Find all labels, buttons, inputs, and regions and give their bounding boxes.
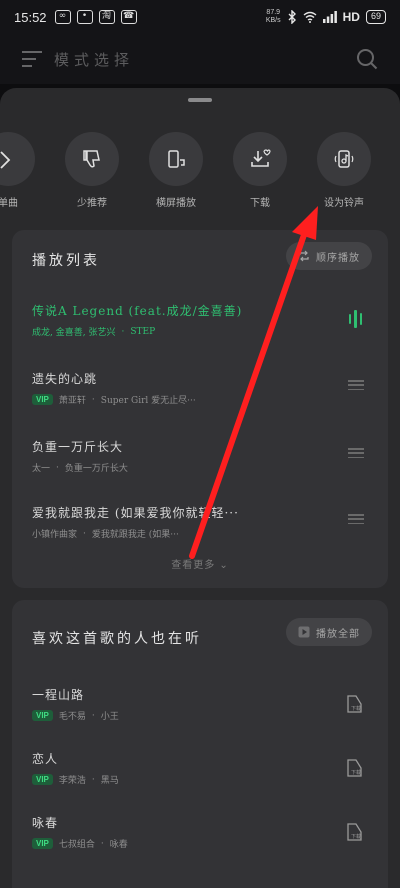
separator: ·: [91, 394, 95, 405]
status-bar: 15:52 ∞ • 淘 ☎ 87.9 KB/s HD 69: [0, 0, 400, 34]
song-title: 负重一万斤长大: [32, 440, 124, 454]
speed-unit: KB/s: [265, 17, 281, 24]
vip-badge: VIP: [32, 838, 53, 849]
separator: ·: [91, 710, 95, 721]
network-speed: 87.9 KB/s: [266, 9, 281, 25]
separator: ·: [56, 462, 59, 473]
action-label: 下载: [250, 198, 270, 209]
search-icon[interactable]: [356, 48, 378, 70]
ringtone-icon: [334, 150, 354, 168]
playlist-row[interactable]: 爱我就跟我走 (如果爱我你就轻轻··· 小镇作曲家 · 爱我就跟我走 (如果···: [32, 504, 372, 540]
play-icon: [298, 626, 310, 638]
sheet-handle[interactable]: [188, 98, 212, 102]
notification-icons: ∞ • 淘 ☎: [54, 10, 137, 24]
playlist-title: 播放列表: [32, 253, 100, 269]
song-artist: 萧亚轩: [58, 396, 86, 406]
bottom-sheet: 单曲 少推荐 横屏播放 下载 设为铃声 播放列表 顺序播放 传说A Legend…: [0, 88, 400, 888]
battery-indicator: 69: [365, 10, 386, 24]
play-mode-label: 顺序播放: [316, 252, 360, 264]
download-icon[interactable]: 下载: [344, 822, 364, 842]
drag-handle-icon[interactable]: [348, 514, 364, 524]
status-time: 15:52: [14, 9, 47, 25]
separator: ·: [121, 326, 125, 337]
play-all-label: 播放全部: [316, 628, 360, 640]
action-label: 横屏播放: [156, 198, 196, 209]
song-title: 爱我就跟我走 (如果爱我你就轻轻···: [32, 506, 239, 520]
vip-badge: VIP: [32, 774, 53, 785]
action-download[interactable]: 下载: [230, 132, 290, 209]
song-album: 咏春: [109, 840, 128, 850]
action-single[interactable]: 单曲: [0, 132, 38, 209]
song-artist: 小镇作曲家: [32, 530, 78, 540]
song-album: 小王: [100, 712, 119, 722]
bluetooth-icon: [288, 10, 296, 24]
vip-badge: VIP: [32, 394, 53, 405]
separator: ·: [91, 774, 95, 785]
action-set-ringtone[interactable]: 设为铃声: [314, 132, 374, 209]
download-icon[interactable]: 下载: [344, 758, 364, 778]
recommend-row[interactable]: 咏春 VIP 七叔组合 · 咏春 下载: [32, 814, 372, 850]
song-title: 遗失的心跳: [32, 372, 98, 386]
repeat-icon: [299, 250, 309, 262]
partial-icon: [0, 151, 11, 169]
song-title: 恋人: [32, 752, 59, 766]
chevron-down-icon: ⌄: [219, 560, 229, 571]
song-artist: 李荣浩: [58, 776, 86, 786]
svg-text:下载: 下载: [351, 705, 361, 712]
song-album: Super Girl 爱无止尽···: [100, 396, 196, 406]
song-artist: 七叔组合: [58, 840, 95, 850]
svg-text:下载: 下载: [351, 833, 361, 840]
song-album: 负重一万斤长大: [64, 464, 128, 474]
song-title: 咏春: [32, 816, 59, 830]
playlist-row[interactable]: 传说A Legend (feat.成龙/金喜善) 成龙, 金喜善, 张艺兴 · ST…: [32, 302, 372, 338]
action-label: 单曲: [0, 198, 18, 209]
play-mode-button[interactable]: 顺序播放: [286, 242, 372, 270]
playing-indicator-icon: [348, 310, 362, 328]
song-album: STEP: [130, 326, 156, 337]
separator: ·: [100, 838, 104, 849]
thumb-down-icon: [83, 150, 100, 168]
download-icon: [251, 149, 271, 167]
signal-icon: [322, 11, 337, 23]
drag-handle-icon[interactable]: [348, 380, 364, 390]
page-header: 模式选择: [0, 34, 400, 84]
action-label: 少推荐: [77, 198, 107, 209]
drag-handle-icon[interactable]: [348, 448, 364, 458]
action-row: 单曲 少推荐 横屏播放 下载 设为铃声: [0, 132, 400, 209]
song-album: 黑马: [100, 776, 119, 786]
recommend-row[interactable]: 一程山路 VIP 毛不易 · 小王 下载: [32, 686, 372, 722]
play-all-button[interactable]: 播放全部: [286, 618, 372, 646]
download-icon[interactable]: 下载: [344, 694, 364, 714]
separator: ·: [83, 528, 86, 539]
landscape-icon: [168, 150, 185, 168]
song-title: 一程山路: [32, 688, 85, 702]
song-artist: 毛不易: [58, 712, 86, 722]
action-label: 设为铃声: [324, 198, 364, 209]
call-notification-icon: ☎: [120, 10, 137, 24]
action-landscape[interactable]: 横屏播放: [146, 132, 206, 209]
wifi-icon: [303, 11, 317, 23]
taobao-notification-icon: 淘: [98, 10, 115, 24]
chat-notification-icon: •: [76, 10, 93, 24]
song-album: 爱我就跟我走 (如果···: [91, 530, 179, 540]
recommend-title: 喜欢这首歌的人也在听: [32, 631, 202, 647]
speed-value: 87.9: [266, 9, 281, 16]
network-type: HD: [342, 10, 360, 24]
svg-text:下载: 下载: [351, 769, 361, 776]
page-title: 模式选择: [54, 50, 135, 69]
recommend-card: 喜欢这首歌的人也在听 播放全部 一程山路 VIP 毛不易 · 小王 下载 恋人 VIP…: [12, 600, 388, 888]
action-less-recommend[interactable]: 少推荐: [62, 132, 122, 209]
view-more-link[interactable]: 查看更多 ⌄: [12, 556, 388, 571]
vip-badge: VIP: [32, 710, 53, 721]
playlist-row[interactable]: 负重一万斤长大 太一 · 负重一万斤长大: [32, 438, 372, 474]
song-artist: 太一: [32, 464, 51, 474]
app-notification-icon: ∞: [54, 10, 71, 24]
song-artist: 成龙, 金喜善, 张艺兴: [32, 328, 116, 338]
view-more-label: 查看更多: [171, 560, 216, 571]
playlist-row[interactable]: 遗失的心跳 VIP 萧亚轩 · Super Girl 爱无止尽···: [32, 370, 372, 406]
playlist-card: 播放列表 顺序播放 传说A Legend (feat.成龙/金喜善) 成龙, 金…: [12, 230, 388, 588]
song-title: 传说A Legend (feat.成龙/金喜善): [32, 304, 243, 318]
menu-icon[interactable]: [22, 51, 42, 67]
recommend-row[interactable]: 恋人 VIP 李荣浩 · 黑马 下载: [32, 750, 372, 786]
